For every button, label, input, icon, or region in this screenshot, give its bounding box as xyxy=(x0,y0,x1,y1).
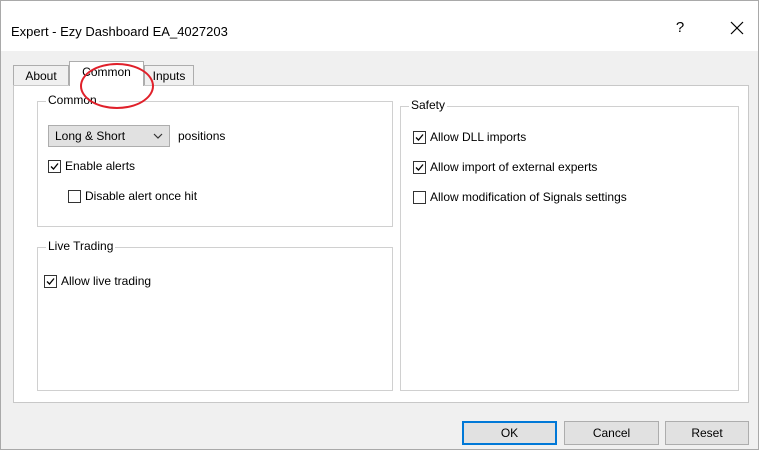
checkmark-icon xyxy=(415,163,424,171)
live-trading-groupbox: Live Trading Allow live trading xyxy=(37,239,393,391)
allow-signals-modification-checkbox[interactable] xyxy=(413,190,426,204)
reset-button[interactable]: Reset xyxy=(665,421,749,445)
cancel-button[interactable]: Cancel xyxy=(564,421,659,445)
dialog-title: Expert - Ezy Dashboard EA_4027203 xyxy=(11,24,228,39)
checkmark-icon xyxy=(46,277,55,285)
tab-common[interactable]: Common xyxy=(69,61,144,86)
allow-dll-label: Allow DLL imports xyxy=(430,130,527,144)
dialog-body: About Common Inputs Common Long & Short … xyxy=(1,51,758,449)
common-tab-panel: Common Long & Short positions Enable ale… xyxy=(13,85,749,403)
disable-alert-checkbox[interactable] xyxy=(68,189,81,203)
help-button[interactable]: ? xyxy=(669,16,691,40)
allow-live-trading-label: Allow live trading xyxy=(61,274,152,288)
enable-alerts-label: Enable alerts xyxy=(65,159,136,173)
disable-alert-row[interactable]: Disable alert once hit xyxy=(68,188,197,204)
allow-live-trading-checkbox[interactable] xyxy=(44,274,57,288)
expert-dialog: Expert - Ezy Dashboard EA_4027203 ? Abou… xyxy=(0,0,759,450)
allow-signals-modification-row[interactable]: Allow modification of Signals settings xyxy=(413,189,627,205)
allow-live-trading-row[interactable]: Allow live trading xyxy=(44,273,151,289)
close-icon xyxy=(730,21,744,35)
allow-external-experts-checkbox[interactable] xyxy=(413,160,426,174)
allow-dll-checkbox[interactable] xyxy=(413,130,426,144)
safety-groupbox: Safety Allow DLL imports Allow import of… xyxy=(400,98,739,391)
disable-alert-label: Disable alert once hit xyxy=(85,189,198,203)
common-groupbox: Common Long & Short positions Enable ale… xyxy=(37,93,393,227)
positions-dropdown[interactable]: Long & Short xyxy=(48,125,170,147)
enable-alerts-checkbox[interactable] xyxy=(48,159,61,173)
common-group-title: Common xyxy=(46,93,99,107)
positions-dropdown-value: Long & Short xyxy=(55,129,126,143)
allow-external-experts-label: Allow import of external experts xyxy=(430,160,598,174)
tab-inputs[interactable]: Inputs xyxy=(144,65,194,85)
checkmark-icon xyxy=(415,133,424,141)
enable-alerts-row[interactable]: Enable alerts xyxy=(48,158,135,174)
title-bar: Expert - Ezy Dashboard EA_4027203 ? xyxy=(1,1,758,51)
tab-about[interactable]: About xyxy=(13,65,69,85)
live-trading-group-title: Live Trading xyxy=(46,239,116,253)
positions-label: positions xyxy=(178,129,226,143)
close-button[interactable] xyxy=(726,16,748,40)
checkmark-icon xyxy=(50,162,59,170)
allow-signals-modification-label: Allow modification of Signals settings xyxy=(430,190,627,204)
safety-group-title: Safety xyxy=(409,98,448,112)
allow-external-experts-row[interactable]: Allow import of external experts xyxy=(413,159,597,175)
allow-dll-row[interactable]: Allow DLL imports xyxy=(413,129,526,145)
chevron-down-icon xyxy=(153,133,163,139)
ok-button[interactable]: OK xyxy=(462,421,557,445)
